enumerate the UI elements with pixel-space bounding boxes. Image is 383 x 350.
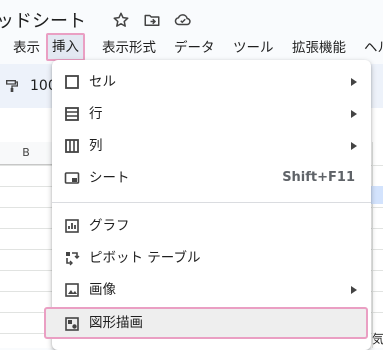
cloud-saved-icon[interactable] (174, 11, 192, 29)
menu-item-label: 行 (89, 106, 103, 122)
paint-format-icon[interactable] (4, 78, 20, 94)
menu-item-label: 図形描画 (89, 315, 143, 331)
menu-item-cell[interactable]: セル (52, 66, 371, 98)
menu-item-drawing[interactable]: 図形描画 (44, 307, 368, 339)
cell-square-icon (65, 75, 79, 89)
document-title[interactable]: ッドシート (0, 7, 86, 33)
menu-item-pivot-table[interactable]: ピボット テーブル (52, 242, 371, 274)
shortcut-label: Shift+F11 (282, 170, 355, 185)
submenu-arrow-icon (351, 78, 357, 86)
menu-extensions[interactable]: 拡張機能 (292, 36, 346, 60)
menu-item-label: シート (89, 170, 130, 186)
menu-tools[interactable]: ツール (233, 36, 274, 60)
menu-bar: 表示 挿入 表示形式 データ ツール 拡張機能 ヘル (0, 33, 383, 62)
menu-item-column[interactable]: 列 (52, 130, 371, 162)
menu-item-chart[interactable]: グラフ (52, 210, 371, 242)
drawing-icon (65, 317, 79, 331)
submenu-arrow-icon (351, 142, 357, 150)
rows-icon (65, 107, 79, 121)
menu-insert[interactable]: 挿入 (46, 33, 85, 61)
menu-view[interactable]: 表示 (13, 36, 40, 60)
menu-item-label: グラフ (89, 218, 130, 234)
columns-icon (65, 139, 79, 153)
menu-item-sheet[interactable]: シート Shift+F11 (52, 162, 371, 194)
menu-item-label: 画像 (89, 282, 116, 298)
menu-item-label: ピボット テーブル (89, 250, 201, 266)
menu-item-row[interactable]: 行 (52, 98, 371, 130)
chart-icon (65, 219, 79, 233)
menu-divider (52, 202, 371, 203)
submenu-arrow-icon (351, 286, 357, 294)
star-icon[interactable] (112, 11, 130, 29)
column-b-header[interactable]: B (0, 142, 53, 165)
submenu-arrow-icon (351, 110, 357, 118)
sheet-tab-icon (64, 172, 80, 184)
menu-format[interactable]: 表示形式 (102, 36, 156, 60)
cell-peek-text: 気 (372, 332, 383, 346)
menu-item-image[interactable]: 画像 (52, 274, 371, 306)
image-icon (65, 283, 79, 297)
menu-item-label: 列 (89, 138, 103, 154)
menu-help[interactable]: ヘル (364, 36, 383, 60)
pivot-table-icon (66, 252, 80, 266)
selected-cell[interactable] (370, 186, 383, 204)
insert-menu: セル 行 列 シート Shift+F11 グラフ ピボット テーブル 画像 図形… (44, 60, 371, 350)
menu-data[interactable]: データ (174, 36, 215, 60)
move-to-folder-icon[interactable] (143, 11, 161, 29)
menu-item-label: セル (89, 74, 116, 90)
title-row: ッドシート (0, 0, 383, 36)
column-line (372, 142, 373, 348)
